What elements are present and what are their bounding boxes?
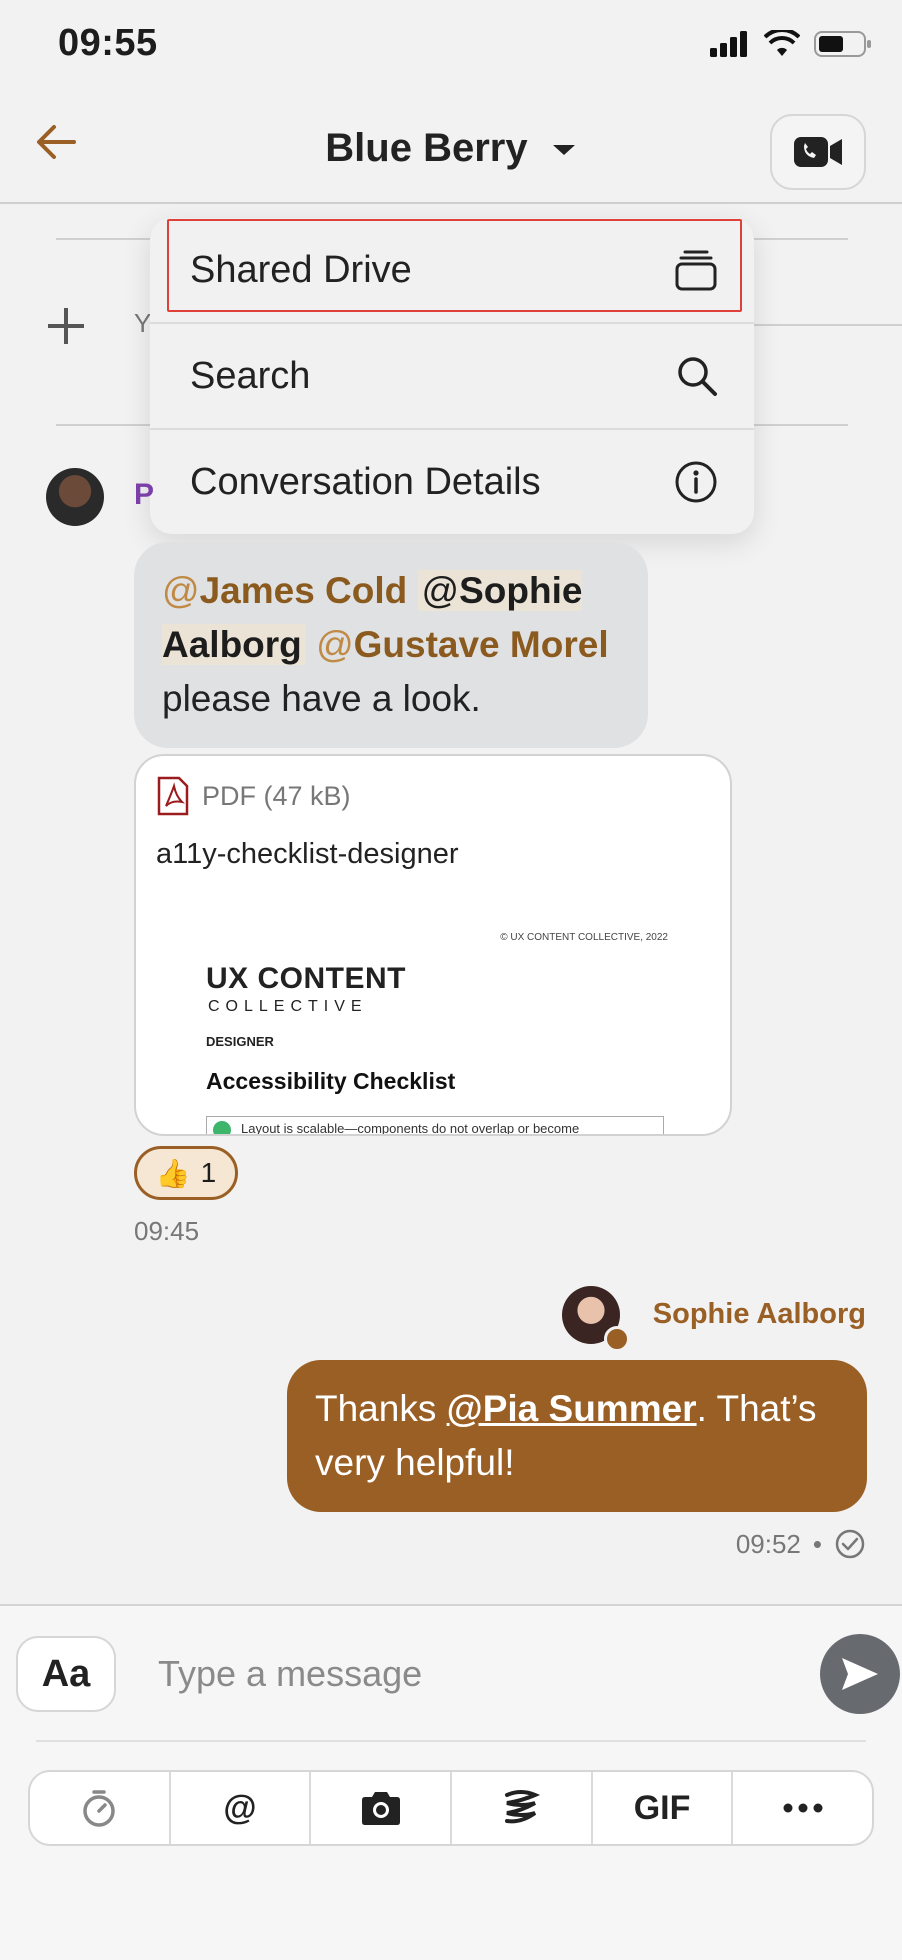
giphy-icon xyxy=(505,1790,541,1824)
pdf-attachment[interactable]: PDF (47 kB) a11y-checklist-designer © UX… xyxy=(134,754,732,1136)
conversation-title: Blue Berry xyxy=(325,126,528,170)
message-time: 09:45 xyxy=(134,1216,200,1246)
conversation-menu: Shared Drive Search Conversation Details xyxy=(150,218,754,534)
composer-toolbar: @ GIF xyxy=(28,1770,874,1846)
video-call-button[interactable] xyxy=(770,114,866,190)
preview-checklist-item: Layout is scalable—components do not ove… xyxy=(206,1116,664,1134)
stack-icon xyxy=(675,250,717,291)
mention-button[interactable]: @ xyxy=(171,1772,312,1844)
preview-role: DESIGNER xyxy=(206,1034,274,1049)
avatar[interactable] xyxy=(46,468,104,526)
message-composer: Aa @ GIF xyxy=(0,1604,902,1960)
message-input[interactable] xyxy=(130,1636,770,1712)
message-bubble[interactable]: Thanks @Pia Summer. That’s very helpful! xyxy=(287,1360,867,1512)
attachment-type: PDF (47 kB) xyxy=(202,780,351,811)
camera-button[interactable] xyxy=(311,1772,453,1844)
send-icon xyxy=(842,1658,878,1690)
message-text: please have a look. xyxy=(162,678,481,719)
more-button[interactable] xyxy=(733,1772,872,1844)
preview-copyright: © UX CONTENT COLLECTIVE, 2022 xyxy=(500,932,668,943)
mention[interactable]: @Gustave Morel xyxy=(316,624,609,665)
video-camera-icon xyxy=(794,137,842,167)
search-icon xyxy=(678,357,717,396)
timer-button[interactable] xyxy=(30,1772,171,1844)
divider xyxy=(754,324,902,326)
menu-item-shared-drive[interactable]: Shared Drive xyxy=(150,218,754,322)
gif-button[interactable]: GIF xyxy=(593,1772,734,1844)
more-icon xyxy=(783,1803,823,1813)
preview-title: Accessibility Checklist xyxy=(206,1068,456,1094)
message-bubble[interactable]: @James Cold @Sophie Aalborg @Gustave Mor… xyxy=(134,542,648,748)
camera-icon xyxy=(361,1792,400,1825)
partial-text: Y xyxy=(134,308,152,338)
message-text: Thanks xyxy=(315,1388,447,1429)
sender-name[interactable]: P xyxy=(134,478,154,512)
reaction-button[interactable]: 👍 1 xyxy=(134,1146,238,1200)
menu-item-label: Search xyxy=(190,354,311,397)
status-time: 09:55 xyxy=(58,22,158,64)
signal-icon xyxy=(710,31,747,57)
divider xyxy=(36,1740,866,1742)
mention[interactable]: @Pia Summer xyxy=(447,1388,697,1429)
attachment-name: a11y-checklist-designer xyxy=(156,838,459,870)
giphy-button[interactable] xyxy=(452,1772,593,1844)
timer-icon xyxy=(83,1790,116,1827)
info-icon xyxy=(675,461,717,503)
separator: • xyxy=(812,1528,822,1559)
check-icon xyxy=(213,1121,231,1134)
preview-brand-sub: COLLECTIVE xyxy=(208,998,368,1015)
menu-item-label: Conversation Details xyxy=(190,460,541,503)
menu-item-label: Shared Drive xyxy=(190,248,412,291)
menu-item-conversation-details[interactable]: Conversation Details xyxy=(150,428,754,534)
reaction-count: 1 xyxy=(200,1157,217,1188)
conversation-title-button[interactable]: Blue Berry xyxy=(0,126,902,171)
attachment-meta: PDF (47 kB) xyxy=(156,776,351,816)
wifi-icon xyxy=(764,30,800,56)
send-button[interactable] xyxy=(820,1634,900,1714)
message-time: 09:52 xyxy=(735,1528,801,1559)
message-status-row: 09:52 • xyxy=(736,1528,866,1560)
preview-brand: UX CONTENT xyxy=(206,962,406,995)
status-away-icon xyxy=(604,1326,630,1352)
pdf-file-icon xyxy=(157,776,189,816)
mention[interactable]: @James Cold xyxy=(162,570,407,611)
status-icons xyxy=(710,30,872,58)
chevron-down-icon xyxy=(552,145,575,156)
delivered-check-icon xyxy=(835,1529,865,1559)
thumbs-up-icon: 👍 xyxy=(155,1157,191,1189)
plus-icon[interactable] xyxy=(46,306,86,346)
battery-icon xyxy=(814,31,871,57)
conversation-header: Blue Berry xyxy=(0,90,902,204)
menu-item-search[interactable]: Search xyxy=(150,322,754,428)
sender-name[interactable]: Sophie Aalborg xyxy=(653,1298,866,1331)
text-format-button[interactable]: Aa xyxy=(16,1636,116,1712)
